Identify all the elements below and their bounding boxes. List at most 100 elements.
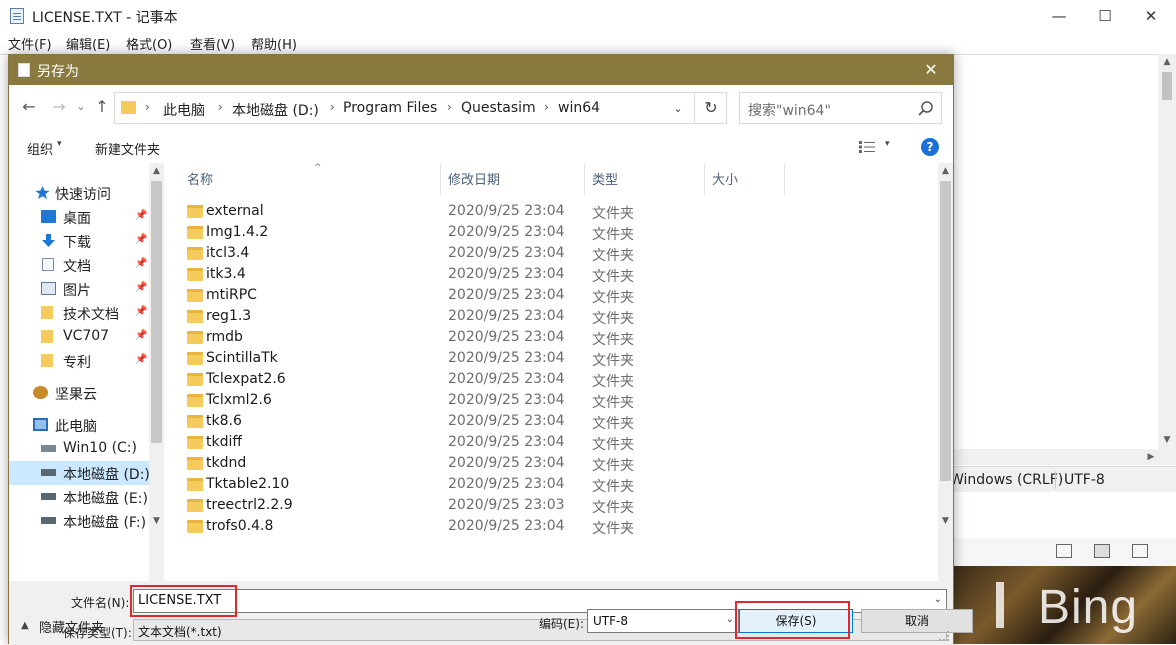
menu-file[interactable]: 文件(F) xyxy=(8,34,52,53)
pin-icon[interactable]: 📌 xyxy=(135,234,147,245)
sidebar-item-downloads[interactable]: 下载 📌 xyxy=(9,229,149,253)
sidebar-item-quick-access[interactable]: 快速访问 xyxy=(9,181,149,205)
pin-icon[interactable]: 📌 xyxy=(135,354,147,365)
reading-view-icon[interactable] xyxy=(1056,544,1072,558)
column-header-type[interactable]: 类型 xyxy=(592,169,618,197)
view-options-icon[interactable] xyxy=(859,141,875,153)
web-layout-icon[interactable] xyxy=(1132,544,1148,558)
column-separator[interactable] xyxy=(584,163,585,195)
address-bar[interactable]: › 此电脑 › 本地磁盘 (D:) › Program Files › Ques… xyxy=(114,92,727,124)
breadcrumb-questasim[interactable]: Questasim xyxy=(461,100,536,116)
column-separator[interactable] xyxy=(440,163,441,195)
file-row[interactable]: Tclxml2.6 2020/9/25 23:04 文件夹 xyxy=(174,390,934,411)
sidebar-item-this-pc[interactable]: 此电脑 xyxy=(9,413,149,437)
sidebar-item-desktop[interactable]: 桌面 📌 xyxy=(9,205,149,229)
menu-format[interactable]: 格式(O) xyxy=(126,34,172,53)
encoding-select[interactable]: UTF-8 ⌄ xyxy=(587,609,739,633)
file-row[interactable]: tkdnd 2020/9/25 23:04 文件夹 xyxy=(174,453,934,474)
column-header-name[interactable]: 名称 xyxy=(187,169,213,197)
scroll-thumb[interactable] xyxy=(1162,72,1172,100)
print-layout-icon[interactable] xyxy=(1094,544,1110,558)
sidebar-item-patents[interactable]: 专利 📌 xyxy=(9,349,149,373)
cancel-button[interactable]: 取消 xyxy=(861,609,973,633)
sidebar-item-pictures[interactable]: 图片 📌 xyxy=(9,277,149,301)
dialog-close-button[interactable]: ✕ xyxy=(911,55,951,85)
pin-icon[interactable]: 📌 xyxy=(135,330,147,341)
organize-caret-icon[interactable]: ▾ xyxy=(57,139,62,149)
sidebar-item-drive-c[interactable]: Win10 (C:) xyxy=(9,437,149,461)
minimize-button[interactable]: — xyxy=(1036,0,1082,32)
scroll-down-icon[interactable]: ▼ xyxy=(149,513,164,529)
notepad-vertical-scrollbar[interactable]: ▲ ▼ xyxy=(1158,54,1176,464)
scroll-up-icon[interactable]: ▲ xyxy=(938,163,953,179)
file-row[interactable]: trofs0.4.8 2020/9/25 23:04 文件夹 xyxy=(174,516,934,537)
sidebar-item-nutstore[interactable]: 坚果云 xyxy=(9,381,149,405)
breadcrumb-drive-d[interactable]: 本地磁盘 (D:) xyxy=(232,100,319,120)
pin-icon[interactable]: 📌 xyxy=(135,258,147,269)
column-separator[interactable] xyxy=(704,163,705,195)
scroll-right-icon[interactable]: ▶ xyxy=(1142,449,1160,465)
breadcrumb-separator[interactable]: › xyxy=(544,100,549,114)
pin-icon[interactable]: 📌 xyxy=(135,210,147,221)
search-box[interactable]: 搜索"win64" xyxy=(739,92,942,124)
close-window-button[interactable]: ✕ xyxy=(1128,0,1174,32)
column-header-size[interactable]: 大小 xyxy=(712,169,738,197)
file-row[interactable]: itk3.4 2020/9/25 23:04 文件夹 xyxy=(174,264,934,285)
breadcrumb-separator[interactable]: › xyxy=(218,100,223,114)
file-row[interactable]: treectrl2.2.9 2020/9/25 23:03 文件夹 xyxy=(174,495,934,516)
resize-grip-icon[interactable] xyxy=(939,631,949,641)
sidebar-item-drive-e[interactable]: 本地磁盘 (E:) xyxy=(9,485,149,509)
file-row[interactable]: tkdiff 2020/9/25 23:04 文件夹 xyxy=(174,432,934,453)
hide-folders-toggle[interactable]: 隐藏文件夹 xyxy=(39,617,104,636)
view-options-caret-icon[interactable]: ▾ xyxy=(885,139,890,149)
breadcrumb-this-pc[interactable]: 此电脑 xyxy=(163,100,205,120)
sidebar-item-drive-f[interactable]: 本地磁盘 (F:) xyxy=(9,509,149,533)
chevron-down-icon[interactable]: ⌄ xyxy=(726,614,734,625)
new-folder-button[interactable]: 新建文件夹 xyxy=(95,139,160,158)
scroll-thumb[interactable] xyxy=(940,181,951,481)
column-separator[interactable] xyxy=(784,163,785,195)
scroll-up-icon[interactable]: ▲ xyxy=(1158,54,1176,70)
breadcrumb-win64[interactable]: win64 xyxy=(558,100,600,116)
address-dropdown-icon[interactable]: ⌄ xyxy=(668,99,688,119)
file-row[interactable]: Tclexpat2.6 2020/9/25 23:04 文件夹 xyxy=(174,369,934,390)
refresh-icon[interactable]: ↻ xyxy=(694,93,727,123)
forward-arrow-icon[interactable]: → xyxy=(49,97,69,117)
scroll-up-icon[interactable]: ▲ xyxy=(149,163,164,179)
help-icon[interactable]: ? xyxy=(921,138,939,156)
collapse-caret-icon[interactable]: ▲ xyxy=(21,620,29,631)
sidebar-item-tech-docs[interactable]: 技术文档 📌 xyxy=(9,301,149,325)
breadcrumb-program-files[interactable]: Program Files xyxy=(343,100,437,116)
menu-edit[interactable]: 编辑(E) xyxy=(66,34,110,53)
pin-icon[interactable]: 📌 xyxy=(135,282,147,293)
file-row[interactable]: rmdb 2020/9/25 23:04 文件夹 xyxy=(174,327,934,348)
file-row[interactable]: itcl3.4 2020/9/25 23:04 文件夹 xyxy=(174,243,934,264)
sidebar-item-drive-d[interactable]: 本地磁盘 (D:) xyxy=(9,461,150,485)
up-arrow-icon[interactable]: ↑ xyxy=(92,97,112,117)
navigation-pane-scrollbar[interactable]: ▲ ▼ xyxy=(149,163,164,581)
menu-view[interactable]: 查看(V) xyxy=(190,34,235,53)
sidebar-item-vc707[interactable]: VC707 📌 xyxy=(9,325,149,349)
file-row[interactable]: external 2020/9/25 23:04 文件夹 xyxy=(174,201,934,222)
breadcrumb-separator[interactable]: › xyxy=(145,100,150,114)
dialog-titlebar[interactable]: 另存为 ✕ xyxy=(9,55,953,85)
breadcrumb-separator[interactable]: › xyxy=(330,100,335,114)
pin-icon[interactable]: 📌 xyxy=(135,306,147,317)
back-arrow-icon[interactable]: ← xyxy=(19,97,39,117)
file-row[interactable]: Img1.4.2 2020/9/25 23:04 文件夹 xyxy=(174,222,934,243)
breadcrumb-separator[interactable]: › xyxy=(447,100,452,114)
file-row[interactable]: ScintillaTk 2020/9/25 23:04 文件夹 xyxy=(174,348,934,369)
scroll-down-icon[interactable]: ▼ xyxy=(938,513,953,529)
file-row[interactable]: Tktable2.10 2020/9/25 23:04 文件夹 xyxy=(174,474,934,495)
scroll-down-icon[interactable]: ▼ xyxy=(1158,432,1176,448)
file-row[interactable]: reg1.3 2020/9/25 23:04 文件夹 xyxy=(174,306,934,327)
maximize-button[interactable]: ☐ xyxy=(1082,0,1128,32)
column-header-date[interactable]: 修改日期 xyxy=(448,169,500,197)
chevron-down-icon[interactable]: ⌄ xyxy=(934,594,942,605)
file-row[interactable]: tk8.6 2020/9/25 23:04 文件夹 xyxy=(174,411,934,432)
file-row[interactable]: mtiRPC 2020/9/25 23:04 文件夹 xyxy=(174,285,934,306)
recent-locations-icon[interactable]: ⌄ xyxy=(71,97,91,117)
organize-button[interactable]: 组织 xyxy=(27,139,53,158)
menu-help[interactable]: 帮助(H) xyxy=(251,34,297,53)
file-list-scrollbar[interactable]: ▲ ▼ xyxy=(938,163,953,581)
